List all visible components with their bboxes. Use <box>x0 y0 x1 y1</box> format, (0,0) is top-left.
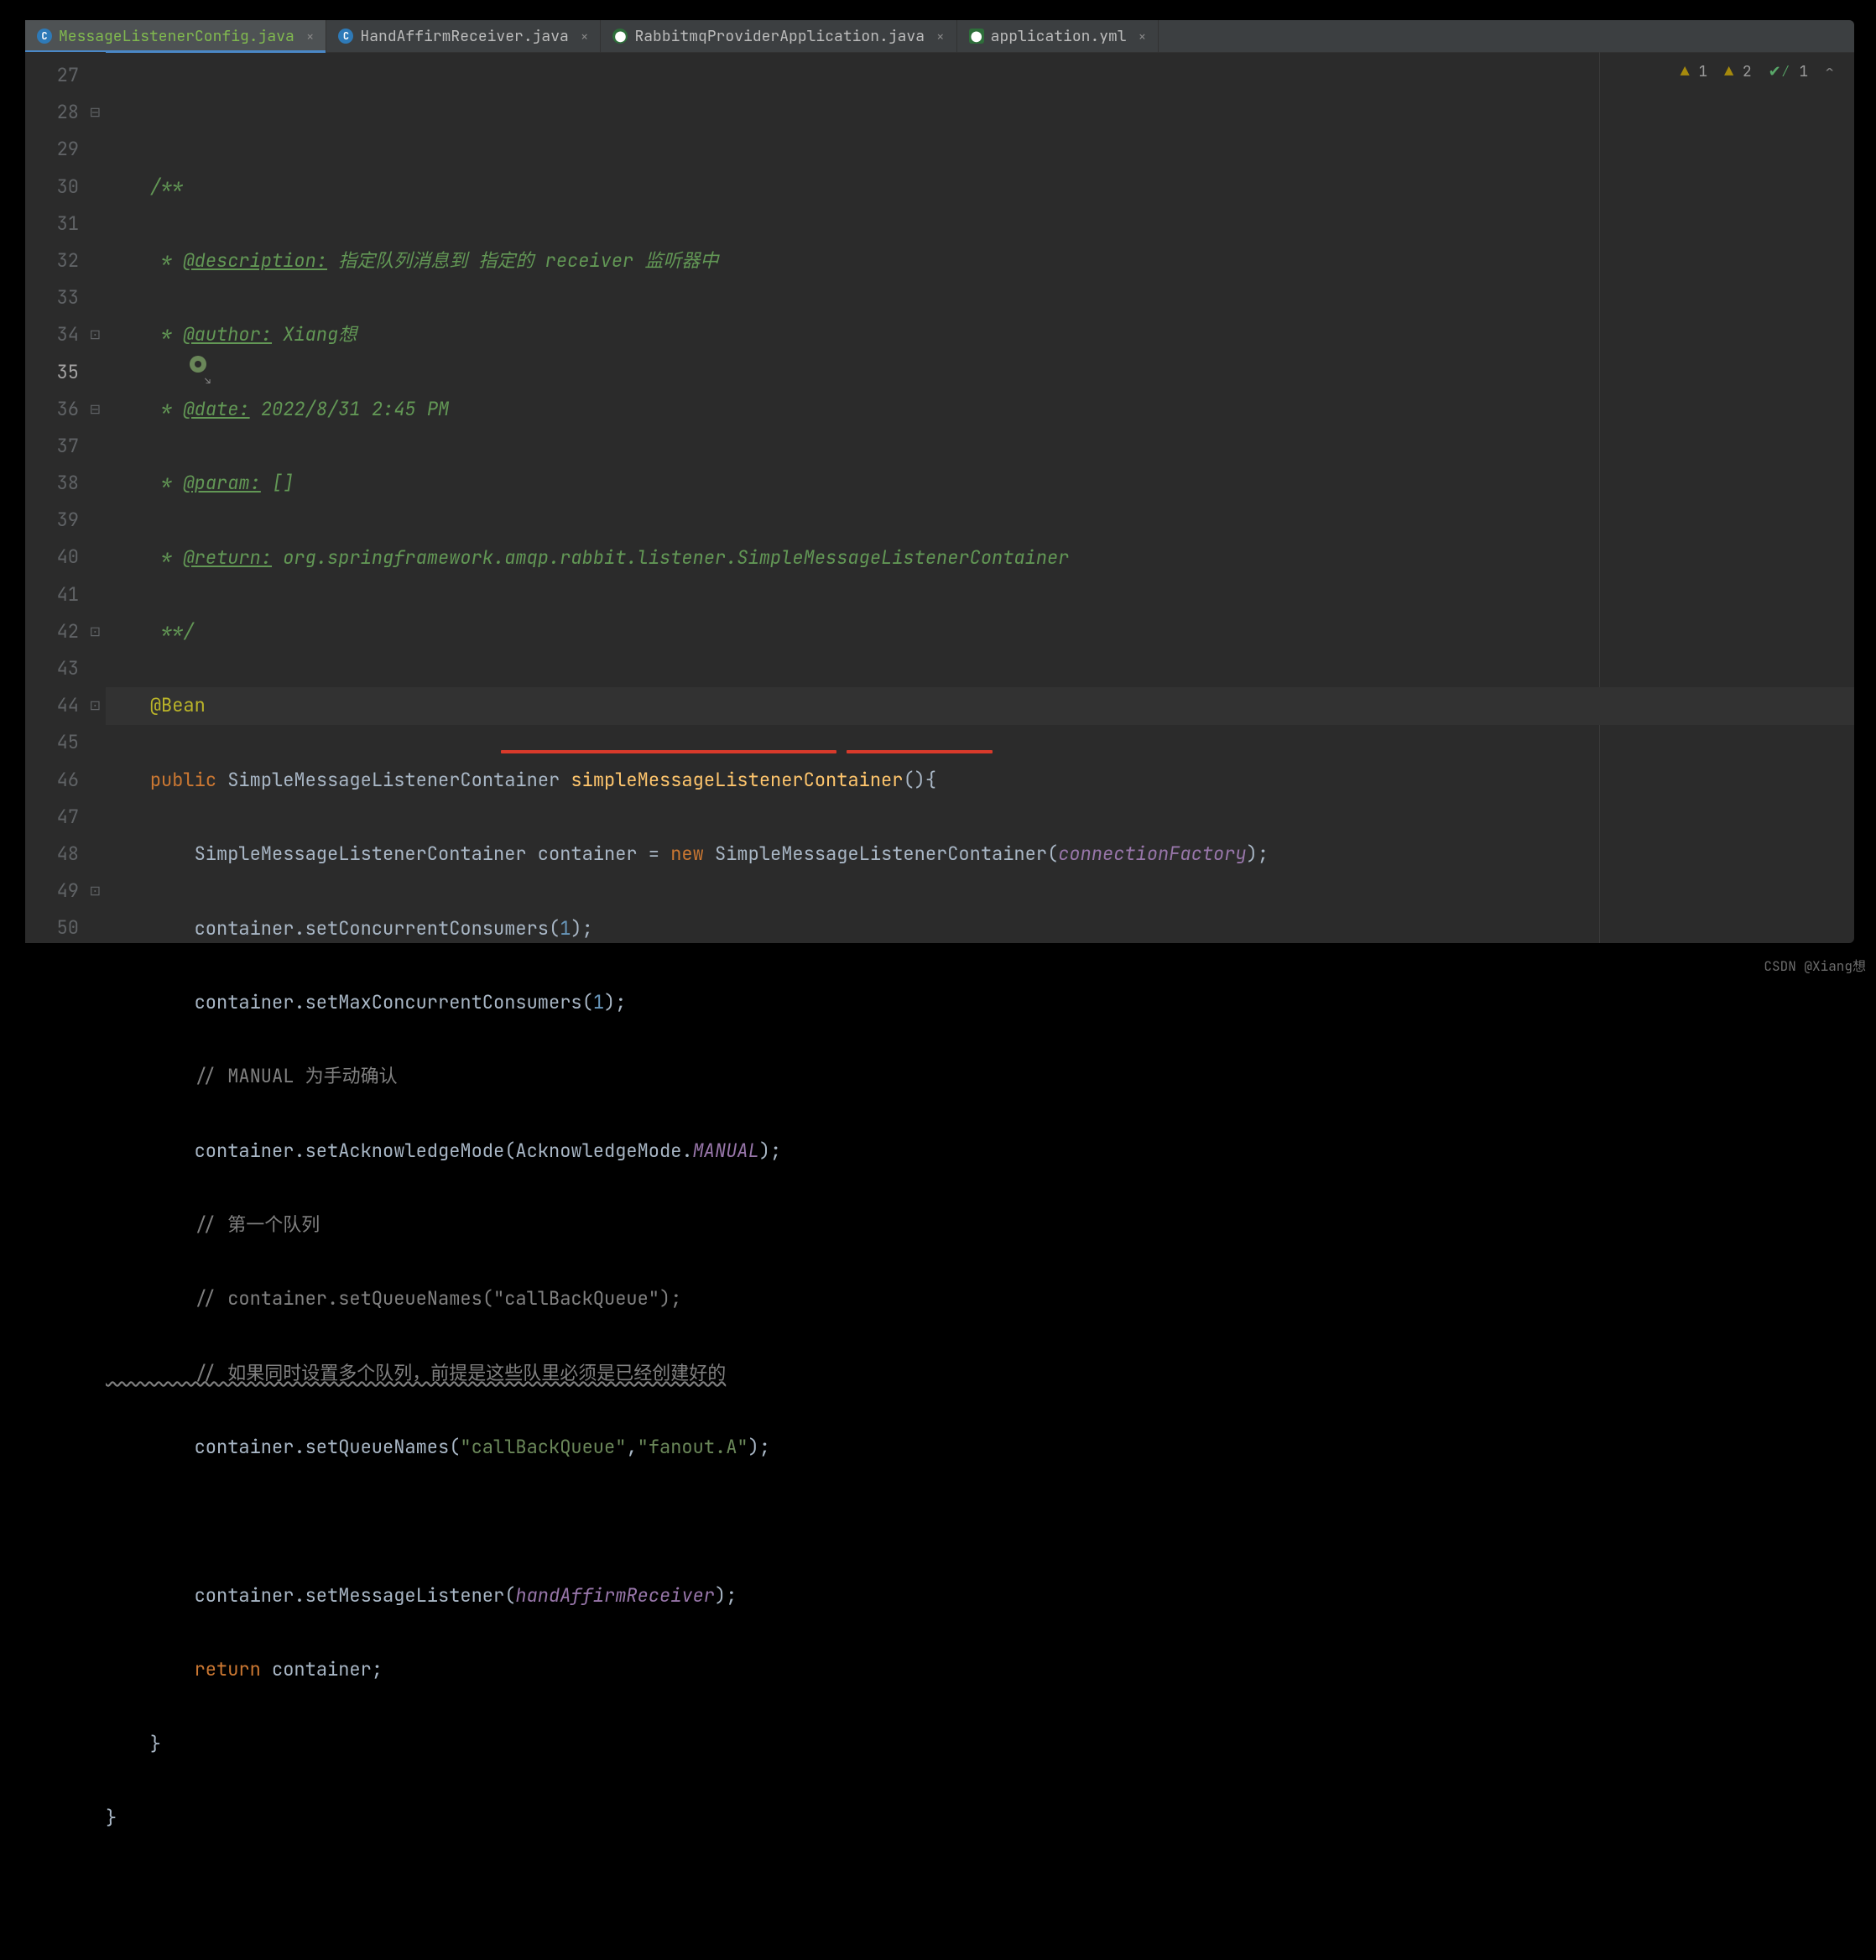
tab-rabbitmq-provider-application[interactable]: ⬤ RabbitmqProviderApplication.java × <box>601 20 956 52</box>
field-hand-affirm-receiver: handAffirmReceiver <box>515 1583 715 1608</box>
tab-message-listener-config[interactable]: C MessageListenerConfig.java × <box>25 20 326 52</box>
tab-label: RabbitmqProviderApplication.java <box>634 27 925 46</box>
comment: // MANUAL 为手动确认 <box>106 1064 398 1088</box>
string-fanout-a: "fanout.A" <box>638 1435 748 1459</box>
fold-mark-icon[interactable]: ⊟ <box>90 391 101 428</box>
comment: // container.setQueueNames("callBackQueu… <box>106 1286 681 1311</box>
watermark: CSDN @Xiang想 <box>1764 955 1866 975</box>
constant-manual: MANUAL <box>693 1139 759 1163</box>
javadoc-description-tag: @description: <box>183 248 327 273</box>
weak-warning-indicator[interactable]: ▲ 1 <box>1681 62 1707 81</box>
inspection-status[interactable]: ▲ 1 ▲ 2 ✔⁄ 1 ⌃ <box>1681 62 1834 81</box>
fold-mark-icon[interactable]: ⊡ <box>90 873 101 910</box>
close-icon[interactable]: × <box>1139 28 1147 45</box>
comment: // 第一个队列 <box>106 1212 320 1237</box>
javadoc-open: /** <box>150 175 184 199</box>
red-underline-annotation <box>501 750 836 753</box>
javadoc-param-tag: @param: <box>183 471 260 495</box>
tab-application-yml[interactable]: ⬤ application.yml × <box>957 20 1159 52</box>
method-name: simpleMessageListenerContainer <box>571 768 903 792</box>
warning-indicator[interactable]: ▲ 2 <box>1724 62 1751 81</box>
tab-label: application.yml <box>991 27 1127 46</box>
string-callback-queue: "callBackQueue" <box>460 1435 626 1459</box>
navigate-arrow-icon[interactable]: ↘ <box>205 362 211 399</box>
close-icon[interactable]: × <box>581 28 589 45</box>
spring-app-icon: ⬤ <box>612 29 628 44</box>
bean-gutter-icon[interactable] <box>190 356 206 373</box>
line-gutter: 27 28⊟ 29 30 31 32 33 34⊡ 35 36⊟ 37 38 3… <box>25 52 106 943</box>
tab-bar: C MessageListenerConfig.java × C HandAff… <box>25 20 1854 53</box>
fold-mark-icon[interactable]: ⊡ <box>90 316 101 353</box>
highlighted-line: @Bean <box>106 687 1854 724</box>
fold-mark-icon[interactable]: ⊡ <box>90 687 101 724</box>
code-editor[interactable]: 27 28⊟ 29 30 31 32 33 34⊡ 35 36⊟ 37 38 3… <box>25 52 1854 943</box>
code-area[interactable]: /** * @description: 指定队列消息到 指定的 receiver… <box>106 52 1854 943</box>
field-connection-factory: connectionFactory <box>1058 842 1246 866</box>
fold-mark-icon[interactable]: ⊟ <box>90 94 101 131</box>
fold-mark-icon[interactable]: ⊡ <box>90 613 101 650</box>
red-underline-annotation <box>847 750 993 753</box>
close-icon[interactable]: × <box>306 28 315 45</box>
comment-wavy: // 如果同时设置多个队列，前提是这些队里必须是已经创建好的 <box>106 1361 726 1385</box>
close-icon[interactable]: × <box>936 28 945 45</box>
tab-hand-affirm-receiver[interactable]: C HandAffirmReceiver.java × <box>326 20 601 52</box>
bean-annotation: @Bean <box>150 693 206 717</box>
ok-indicator[interactable]: ✔⁄ 1 <box>1769 62 1809 81</box>
javadoc-author-tag: @author: <box>183 322 272 347</box>
java-class-icon: C <box>37 29 52 44</box>
javadoc-close: **/ <box>150 619 195 644</box>
chevron-up-icon[interactable]: ⌃ <box>1825 62 1834 81</box>
javadoc-date-tag: @date: <box>183 397 249 421</box>
javadoc-return-tag: @return: <box>183 545 272 570</box>
java-class-icon: C <box>338 29 353 44</box>
editor-window: C MessageListenerConfig.java × C HandAff… <box>25 20 1854 943</box>
tab-label: MessageListenerConfig.java <box>59 27 294 46</box>
yml-file-icon: ⬤ <box>969 29 984 44</box>
tab-label: HandAffirmReceiver.java <box>360 27 568 46</box>
